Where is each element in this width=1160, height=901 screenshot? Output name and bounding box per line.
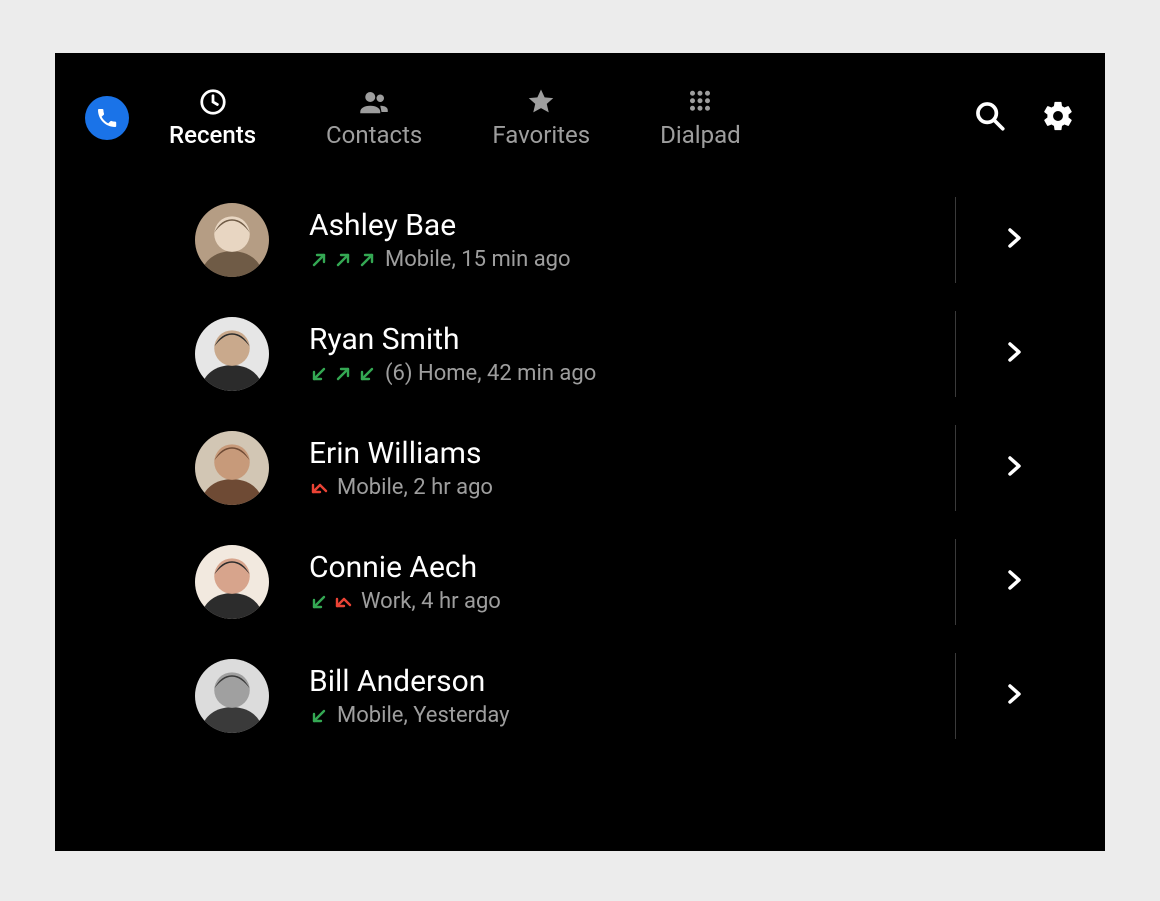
call-text: Bill Anderson Mobile, Yesterday bbox=[309, 664, 955, 728]
call-subtitle: Mobile, 15 min ago bbox=[309, 247, 955, 272]
call-text: Ashley Bae Mobile, 15 min ago bbox=[309, 208, 955, 272]
call-detail-cell bbox=[955, 525, 1075, 639]
recent-calls-list: Ashley Bae Mobile, 15 min ago Ryan Smith… bbox=[55, 183, 1105, 753]
contact-avatar bbox=[195, 431, 269, 505]
avatar-image bbox=[195, 431, 269, 505]
gear-icon bbox=[1041, 99, 1075, 133]
settings-button[interactable] bbox=[1041, 99, 1075, 137]
call-text: Connie Aech Work, 4 hr ago bbox=[309, 550, 955, 614]
contact-name: Ryan Smith bbox=[309, 322, 955, 357]
people-icon bbox=[359, 87, 389, 117]
phone-app-frame: Recents Contacts Favorites bbox=[55, 53, 1105, 851]
avatar-image bbox=[195, 659, 269, 733]
avatar-image bbox=[195, 203, 269, 277]
avatar-image bbox=[195, 317, 269, 391]
call-subtitle: Work, 4 hr ago bbox=[309, 589, 955, 614]
call-meta: Mobile, 2 hr ago bbox=[337, 475, 493, 500]
star-icon bbox=[526, 87, 556, 117]
search-button[interactable] bbox=[973, 99, 1007, 137]
outgoing-call-icon bbox=[357, 250, 377, 270]
incoming-call-icon bbox=[357, 364, 377, 384]
call-detail-cell bbox=[955, 639, 1075, 753]
search-icon bbox=[973, 99, 1007, 133]
call-meta: Mobile, Yesterday bbox=[337, 703, 510, 728]
dialpad-icon bbox=[685, 87, 715, 117]
tab-dialpad[interactable]: Dialpad bbox=[660, 87, 741, 149]
incoming-call-icon bbox=[309, 364, 329, 384]
chevron-right-icon bbox=[1005, 338, 1025, 366]
tab-dialpad-label: Dialpad bbox=[660, 121, 741, 149]
phone-icon bbox=[95, 106, 119, 130]
missed-call-icon bbox=[309, 478, 329, 498]
call-detail-button[interactable] bbox=[1005, 680, 1025, 712]
call-meta: Work, 4 hr ago bbox=[361, 589, 501, 614]
tab-contacts[interactable]: Contacts bbox=[326, 87, 422, 149]
top-bar: Recents Contacts Favorites bbox=[55, 53, 1105, 183]
outgoing-call-icon bbox=[333, 364, 353, 384]
call-direction-icons bbox=[309, 478, 329, 498]
chevron-right-icon bbox=[1005, 680, 1025, 708]
contact-avatar bbox=[195, 317, 269, 391]
contact-name: Connie Aech bbox=[309, 550, 955, 585]
contact-name: Bill Anderson bbox=[309, 664, 955, 699]
tab-bar: Recents Contacts Favorites bbox=[169, 87, 973, 149]
call-detail-cell bbox=[955, 411, 1075, 525]
call-row[interactable]: Connie Aech Work, 4 hr ago bbox=[195, 525, 1075, 639]
call-subtitle: Mobile, 2 hr ago bbox=[309, 475, 955, 500]
contact-avatar bbox=[195, 659, 269, 733]
call-direction-icons bbox=[309, 706, 329, 726]
contact-avatar bbox=[195, 203, 269, 277]
missed-call-icon bbox=[333, 592, 353, 612]
call-text: Ryan Smith (6) Home, 42 min ago bbox=[309, 322, 955, 386]
chevron-right-icon bbox=[1005, 452, 1025, 480]
call-subtitle: (6) Home, 42 min ago bbox=[309, 361, 955, 386]
call-row[interactable]: Ashley Bae Mobile, 15 min ago bbox=[195, 183, 1075, 297]
chevron-right-icon bbox=[1005, 224, 1025, 252]
call-detail-button[interactable] bbox=[1005, 338, 1025, 370]
incoming-call-icon bbox=[309, 706, 329, 726]
chevron-right-icon bbox=[1005, 566, 1025, 594]
call-detail-button[interactable] bbox=[1005, 452, 1025, 484]
tab-favorites-label: Favorites bbox=[492, 121, 590, 149]
avatar-image bbox=[195, 545, 269, 619]
contact-name: Ashley Bae bbox=[309, 208, 955, 243]
call-subtitle: Mobile, Yesterday bbox=[309, 703, 955, 728]
call-direction-icons bbox=[309, 592, 353, 612]
tab-recents-label: Recents bbox=[169, 121, 256, 149]
call-direction-icons bbox=[309, 364, 377, 384]
call-detail-cell bbox=[955, 183, 1075, 297]
topbar-actions bbox=[973, 99, 1075, 137]
phone-fab-button[interactable] bbox=[85, 96, 129, 140]
tab-contacts-label: Contacts bbox=[326, 121, 422, 149]
call-direction-icons bbox=[309, 250, 377, 270]
call-detail-cell bbox=[955, 297, 1075, 411]
outgoing-call-icon bbox=[333, 250, 353, 270]
call-detail-button[interactable] bbox=[1005, 566, 1025, 598]
call-meta: Mobile, 15 min ago bbox=[385, 247, 571, 272]
incoming-call-icon bbox=[309, 592, 329, 612]
outgoing-call-icon bbox=[309, 250, 329, 270]
contact-name: Erin Williams bbox=[309, 436, 955, 471]
call-detail-button[interactable] bbox=[1005, 224, 1025, 256]
call-meta: (6) Home, 42 min ago bbox=[385, 361, 596, 386]
tab-favorites[interactable]: Favorites bbox=[492, 87, 590, 149]
tab-recents[interactable]: Recents bbox=[169, 87, 256, 149]
call-row[interactable]: Erin Williams Mobile, 2 hr ago bbox=[195, 411, 1075, 525]
clock-icon bbox=[198, 87, 228, 117]
call-text: Erin Williams Mobile, 2 hr ago bbox=[309, 436, 955, 500]
call-row[interactable]: Bill Anderson Mobile, Yesterday bbox=[195, 639, 1075, 753]
contact-avatar bbox=[195, 545, 269, 619]
call-row[interactable]: Ryan Smith (6) Home, 42 min ago bbox=[195, 297, 1075, 411]
